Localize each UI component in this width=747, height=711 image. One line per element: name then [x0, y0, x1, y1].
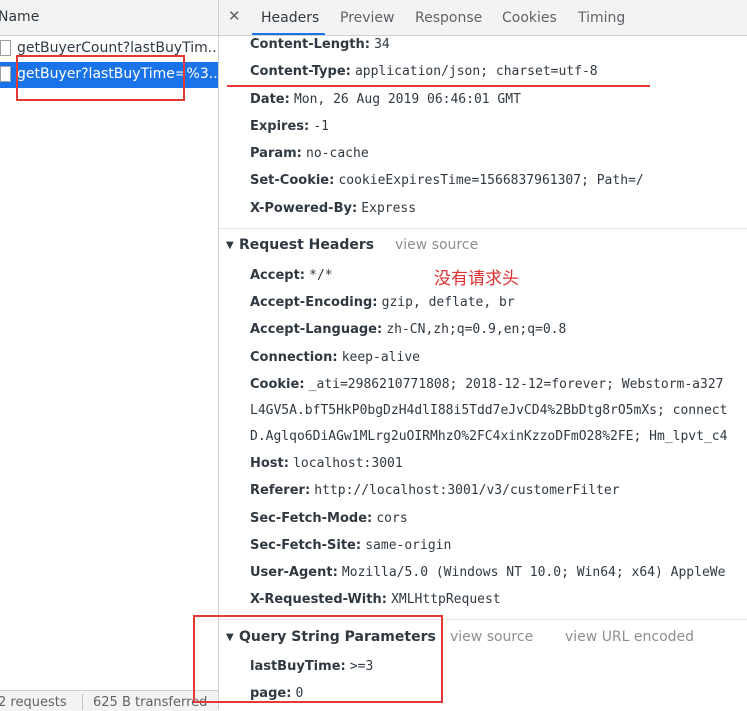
header-row: Accept-Language: zh-CN,zh;q=0.9,en;q=0.8: [250, 322, 566, 337]
file-icon: [0, 66, 11, 82]
header-value: 34: [374, 37, 390, 52]
highlight-underline-content-type: [227, 85, 650, 87]
header-key: Sec-Fetch-Mode:: [250, 511, 373, 526]
header-row: Sec-Fetch-Site: same-origin: [250, 538, 451, 553]
header-value: cookieExpiresTime=1566837961307; Path=/: [338, 173, 644, 188]
header-value: XMLHttpRequest: [391, 592, 501, 607]
header-key: Param:: [250, 146, 302, 161]
highlight-box-query-params: [193, 615, 443, 703]
tab-cookies[interactable]: Cookies: [502, 10, 557, 26]
status-bar: 2 requests 625 B transferred: [0, 690, 218, 711]
header-key: X-Requested-With:: [250, 592, 387, 607]
header-key: Accept-Language:: [250, 322, 383, 337]
header-value: http://localhost:3001/v3/customerFilter: [314, 483, 620, 498]
header-value: -1: [313, 119, 329, 134]
close-icon[interactable]: ✕: [228, 7, 241, 25]
header-value: Express: [361, 201, 417, 216]
header-row: Sec-Fetch-Mode: cors: [250, 511, 408, 526]
header-key: Cookie:: [250, 377, 305, 392]
request-list-pane: Name getBuyerCount?lastBuyTim... getBuye…: [0, 0, 219, 711]
header-value: keep-alive: [341, 350, 420, 365]
header-value: _ati=2986210771808; 2018-12-12=forever; …: [308, 377, 724, 392]
header-key: Connection:: [250, 350, 338, 365]
active-tab-indicator: [252, 33, 325, 35]
header-key: X-Powered-By:: [250, 201, 358, 216]
footer-divider: [82, 694, 83, 710]
section-title[interactable]: Request Headers: [239, 237, 374, 253]
header-value: gzip, deflate, br: [381, 295, 515, 310]
header-row: Accept-Encoding: gzip, deflate, br: [250, 295, 515, 310]
header-row: X-Requested-With: XMLHttpRequest: [250, 592, 501, 607]
annotation-note: 没有请求头: [434, 269, 519, 289]
header-row: Param: no-cache: [250, 146, 369, 161]
header-key: Expires:: [250, 119, 310, 134]
header-key: User-Agent:: [250, 565, 338, 580]
header-value: no-cache: [306, 146, 369, 161]
header-key: Date:: [250, 92, 290, 107]
view-source-link[interactable]: view source: [450, 629, 533, 645]
transferred-size: 625 B transferred: [93, 695, 208, 710]
expand-triangle-icon[interactable]: ▼: [226, 240, 234, 251]
header-key: Host:: [250, 456, 289, 471]
header-value: same-origin: [365, 538, 452, 553]
header-value: L4GV5A.bfT5HkP0bgDzH4dlI88i5Tdd7eJvCD4%2…: [250, 403, 728, 418]
header-row: Date: Mon, 26 Aug 2019 06:46:01 GMT: [250, 92, 521, 107]
header-row: Accept: */*: [250, 268, 333, 283]
header-key: Content-Length:: [250, 37, 370, 52]
view-source-link[interactable]: view source: [395, 237, 478, 253]
header-row: Host: localhost:3001: [250, 456, 403, 471]
section-divider: [219, 228, 747, 229]
header-key: Accept-Encoding:: [250, 295, 378, 310]
header-value: application/json; charset=utf-8: [354, 64, 598, 79]
header-value: localhost:3001: [293, 456, 403, 471]
name-column-header[interactable]: Name: [0, 9, 39, 25]
header-row: Content-Type: application/json; charset=…: [250, 64, 598, 79]
header-key: Accept:: [250, 268, 306, 283]
view-url-encoded-link[interactable]: view URL encoded: [565, 629, 694, 645]
tab-headers[interactable]: Headers: [261, 10, 319, 26]
tab-response[interactable]: Response: [415, 10, 482, 26]
file-icon: [0, 40, 11, 56]
request-headers-section-header[interactable]: ▼ Request Headers view source: [219, 237, 747, 257]
header-value: Mon, 26 Aug 2019 06:46:01 GMT: [293, 92, 521, 107]
header-row: Referer: http://localhost:3001/v3/custom…: [250, 483, 620, 498]
header-key: Sec-Fetch-Site:: [250, 538, 362, 553]
tab-preview[interactable]: Preview: [340, 10, 395, 26]
header-row: Cookie: _ati=2986210771808; 2018-12-12=f…: [250, 377, 724, 392]
header-row: User-Agent: Mozilla/5.0 (Windows NT 10.0…: [250, 565, 725, 580]
request-list-header[interactable]: Name: [0, 0, 218, 36]
header-row: Set-Cookie: cookieExpiresTime=1566837961…: [250, 173, 644, 188]
header-row: Expires: -1: [250, 119, 329, 134]
header-row: X-Powered-By: Express: [250, 201, 416, 216]
header-row-continued: L4GV5A.bfT5HkP0bgDzH4dlI88i5Tdd7eJvCD4%2…: [250, 403, 727, 418]
tab-timing[interactable]: Timing: [578, 10, 625, 26]
detail-tab-bar: ✕ Headers Preview Response Cookies Timin…: [219, 0, 747, 36]
header-value: Mozilla/5.0 (Windows NT 10.0; Win64; x64…: [341, 565, 726, 580]
header-row: Connection: keep-alive: [250, 350, 420, 365]
headers-panel: Content-Length: 34 Content-Type: applica…: [219, 36, 747, 710]
request-count: 2 requests: [0, 695, 67, 710]
header-value: */*: [309, 268, 333, 283]
header-value: D.Aglqo6DiAGw1MLrg2uOIRMhzO%2FC4xinKzzoD…: [250, 429, 728, 444]
header-value: cors: [376, 511, 408, 526]
header-key: Content-Type:: [250, 64, 351, 79]
request-name: getBuyerCount?lastBuyTim...: [17, 40, 218, 56]
highlight-box-selected-request: [16, 55, 185, 101]
header-row: Content-Length: 34: [250, 37, 390, 52]
header-key: Set-Cookie:: [250, 173, 335, 188]
header-value: zh-CN,zh;q=0.9,en;q=0.8: [386, 322, 567, 337]
header-row-continued: D.Aglqo6DiAGw1MLrg2uOIRMhzO%2FC4xinKzzoD…: [250, 429, 727, 444]
header-key: Referer:: [250, 483, 311, 498]
